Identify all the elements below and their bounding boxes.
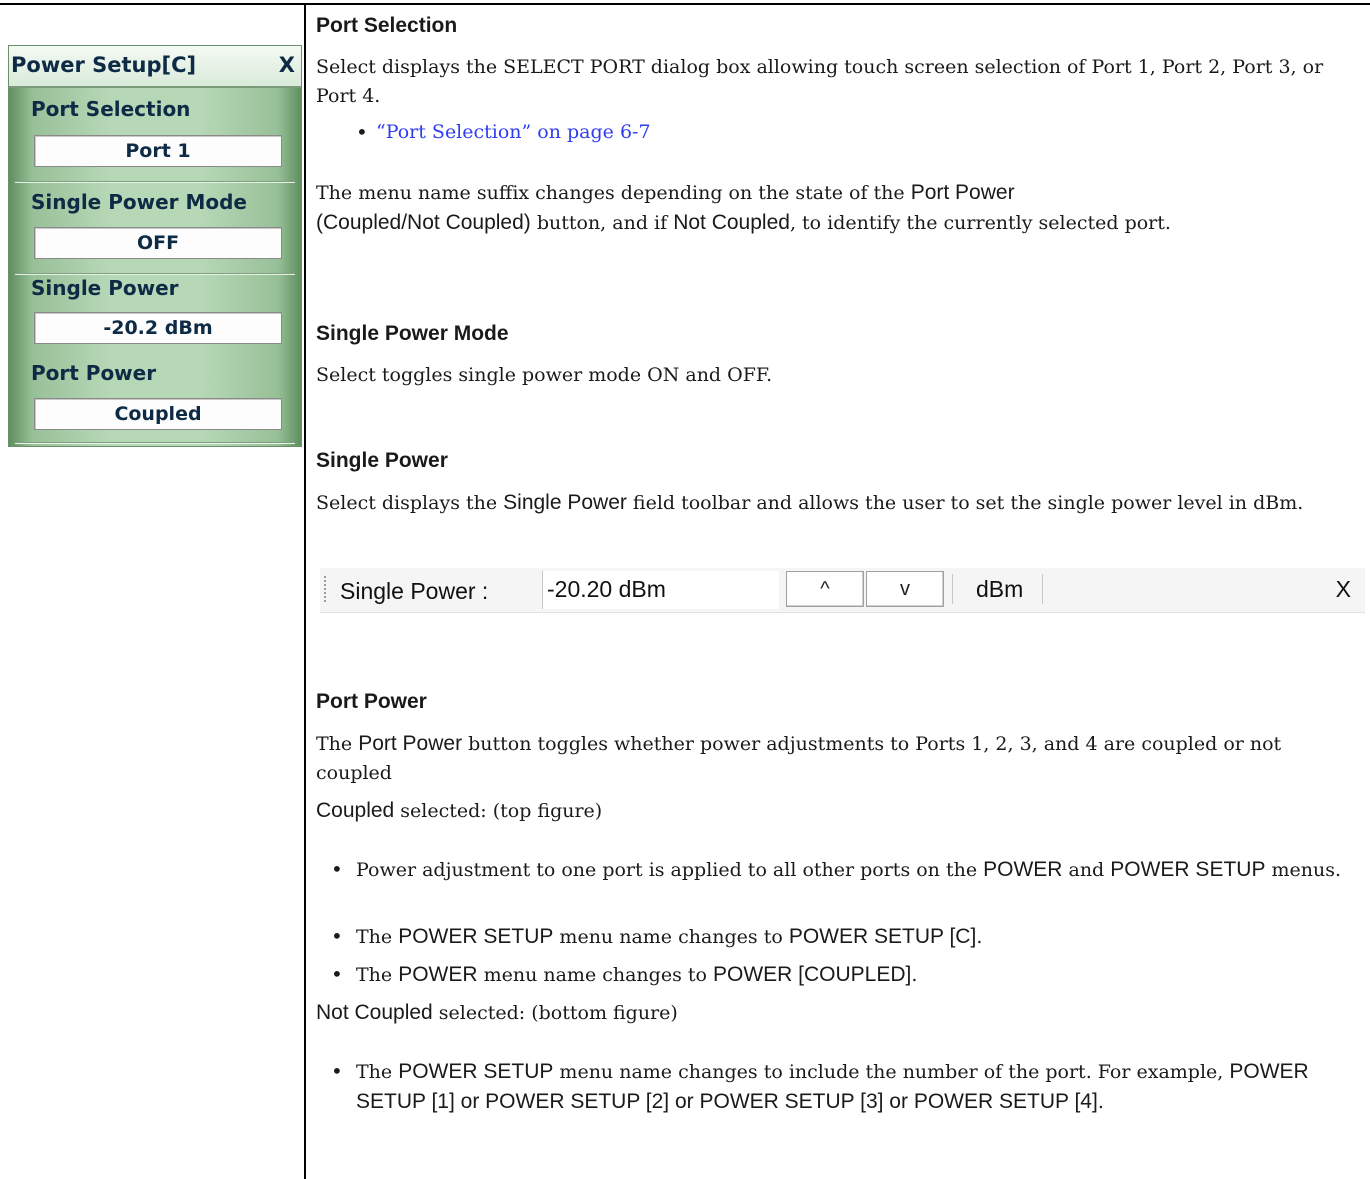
single-power-input-value: -20.20 dBm [547,576,666,602]
menu-divider [15,181,295,183]
list-item: • The POWER SETUP menu name changes to P… [331,922,1346,952]
ui-term: POWER SETUP [398,925,554,948]
coupled-caption: Coupled selected: (top figure) [316,799,603,822]
ui-term: Not Coupled [673,211,790,234]
single-power-description: Select displays the Single Power field t… [316,491,1304,514]
menu-suffix-description: The menu name suffix changes depending o… [316,181,1171,234]
menu-title-bar: Power Setup[C] X [9,46,301,88]
bullet: • [331,962,343,986]
port-selection-link[interactable]: “Port Selection” on page 6-7 [376,121,651,143]
bullet: • [331,857,343,881]
power-setup-menu: Power Setup[C] X Port Selection Port 1 S… [8,45,302,447]
list-item: • The POWER menu name changes to POWER [… [331,960,1346,990]
menu-divider [15,442,295,444]
increment-button[interactable]: ^ [786,571,864,607]
ui-term: POWER [COUPLED] [712,963,912,986]
ui-term: Coupled [316,799,395,822]
toolbar-divider [952,574,953,604]
chevron-down-icon: v [900,578,910,600]
unit-label: dBm [976,576,1024,602]
bullet: • [331,1059,343,1083]
single-power-mode-description: Select toggles single power mode ON and … [316,364,773,386]
ui-term: Not Coupled [316,1001,433,1024]
ui-term: POWER SETUP [1110,858,1266,881]
menu-title: Power Setup[C] [11,53,197,77]
heading-single-power: Single Power [316,449,448,472]
port-selection-button[interactable]: Port 1 [34,135,282,167]
chevron-up-icon: ^ [820,578,830,600]
toolbar-divider [1042,574,1043,604]
port-selection-description: Select displays the SELECT PORT dialog b… [316,56,1324,107]
list-item: • “Port Selection” on page 6-7 [356,118,1276,147]
bullet: • [331,924,343,948]
toolbar-label: Single Power : [340,578,489,604]
port-selection-label: Port Selection [31,97,191,121]
close-icon[interactable]: X [1336,576,1351,603]
not-coupled-caption: Not Coupled selected: (bottom figure) [316,1001,678,1024]
decrement-button[interactable]: v [866,571,944,607]
list-item: • The POWER SETUP menu name changes to i… [331,1059,1309,1113]
ui-term: POWER SETUP [398,1060,554,1083]
ui-term: POWER [398,963,478,986]
toolbar-grip-handle[interactable] [324,576,326,604]
port-power-button[interactable]: Coupled [34,398,282,430]
close-icon[interactable]: X [279,53,295,77]
ui-term: (Coupled/Not Coupled) [316,211,531,234]
single-power-field[interactable]: -20.2 dBm [34,312,282,344]
bullet: • [356,120,368,144]
ui-term: POWER [983,858,1063,881]
column-divider [304,3,306,1179]
single-power-label: Single Power [31,276,179,300]
top-rule [0,3,1370,5]
ui-term: Port Power [358,732,463,755]
menu-divider [15,273,295,275]
heading-single-power-mode: Single Power Mode [316,322,509,345]
ui-term: Port Power [910,181,1015,204]
single-power-mode-button[interactable]: OFF [34,227,282,259]
heading-port-selection: Port Selection [316,14,458,37]
single-power-mode-label: Single Power Mode [31,190,247,214]
port-power-description: The Port Power button toggles whether po… [316,732,1282,784]
single-power-input[interactable]: -20.20 dBm [542,571,779,609]
ui-term: POWER SETUP [C] [788,925,977,948]
ui-term: Single Power [503,491,627,514]
single-power-toolbar: Single Power : -20.20 dBm ^ v dBm X [320,568,1365,613]
port-power-label: Port Power [31,361,157,385]
list-item: • Power adjustment to one port is applie… [331,855,1346,885]
heading-port-power: Port Power [316,690,427,713]
